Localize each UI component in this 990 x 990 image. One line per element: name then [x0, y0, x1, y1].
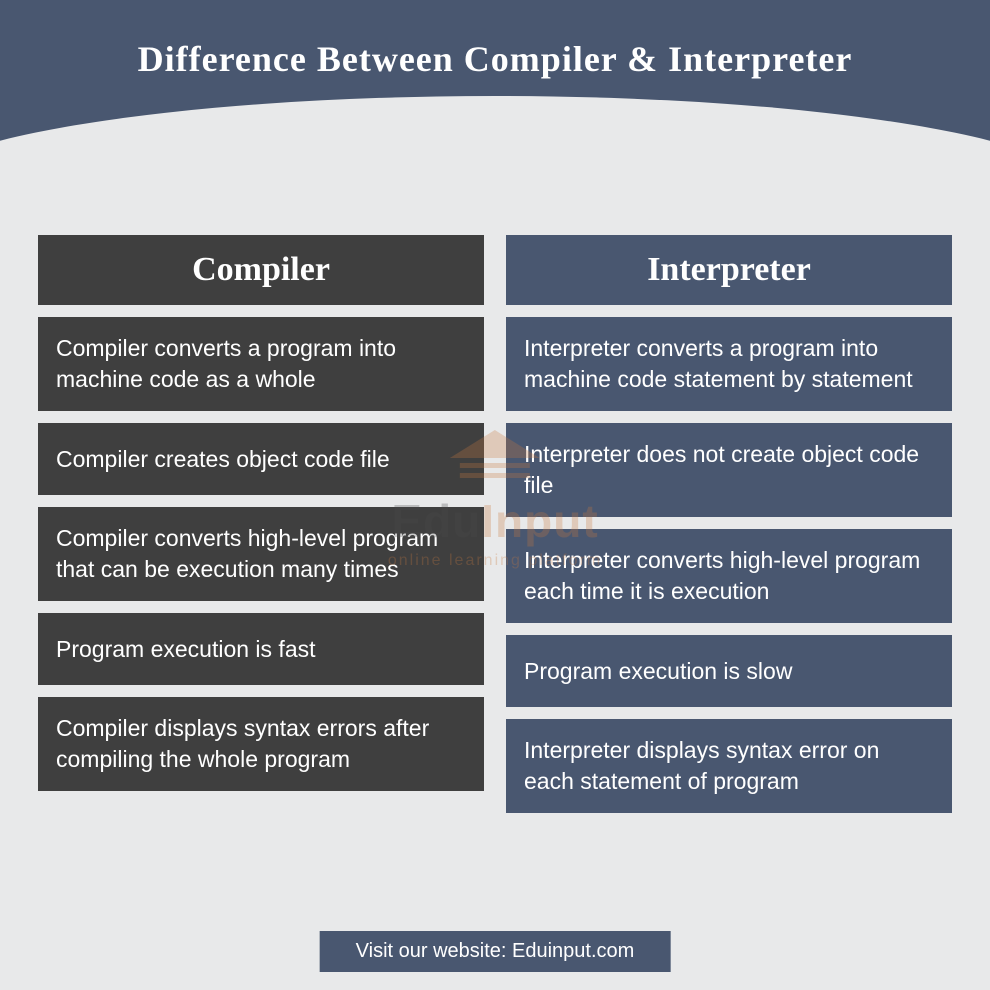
footer-link[interactable]: Visit our website: Eduinput.com [320, 931, 671, 972]
compiler-column: Compiler Compiler converts a program int… [38, 235, 484, 813]
table-row: Program execution is fast [38, 613, 484, 685]
header-band: Difference Between Compiler & Interprete… [0, 0, 990, 195]
table-row: Interpreter does not create object code … [506, 423, 952, 517]
interpreter-column: Interpreter Interpreter converts a progr… [506, 235, 952, 813]
table-row: Interpreter displays syntax error on eac… [506, 719, 952, 813]
table-row: Interpreter converts a program into mach… [506, 317, 952, 411]
comparison-table: Compiler Compiler converts a program int… [0, 235, 990, 813]
table-row: Compiler displays syntax errors after co… [38, 697, 484, 791]
table-row: Compiler converts a program into machine… [38, 317, 484, 411]
table-row: Compiler converts high-level program tha… [38, 507, 484, 601]
table-row: Program execution is slow [506, 635, 952, 707]
interpreter-header: Interpreter [506, 235, 952, 305]
compiler-header: Compiler [38, 235, 484, 305]
table-row: Compiler creates object code file [38, 423, 484, 495]
table-row: Interpreter converts high-level program … [506, 529, 952, 623]
page-title: Difference Between Compiler & Interprete… [138, 38, 853, 80]
